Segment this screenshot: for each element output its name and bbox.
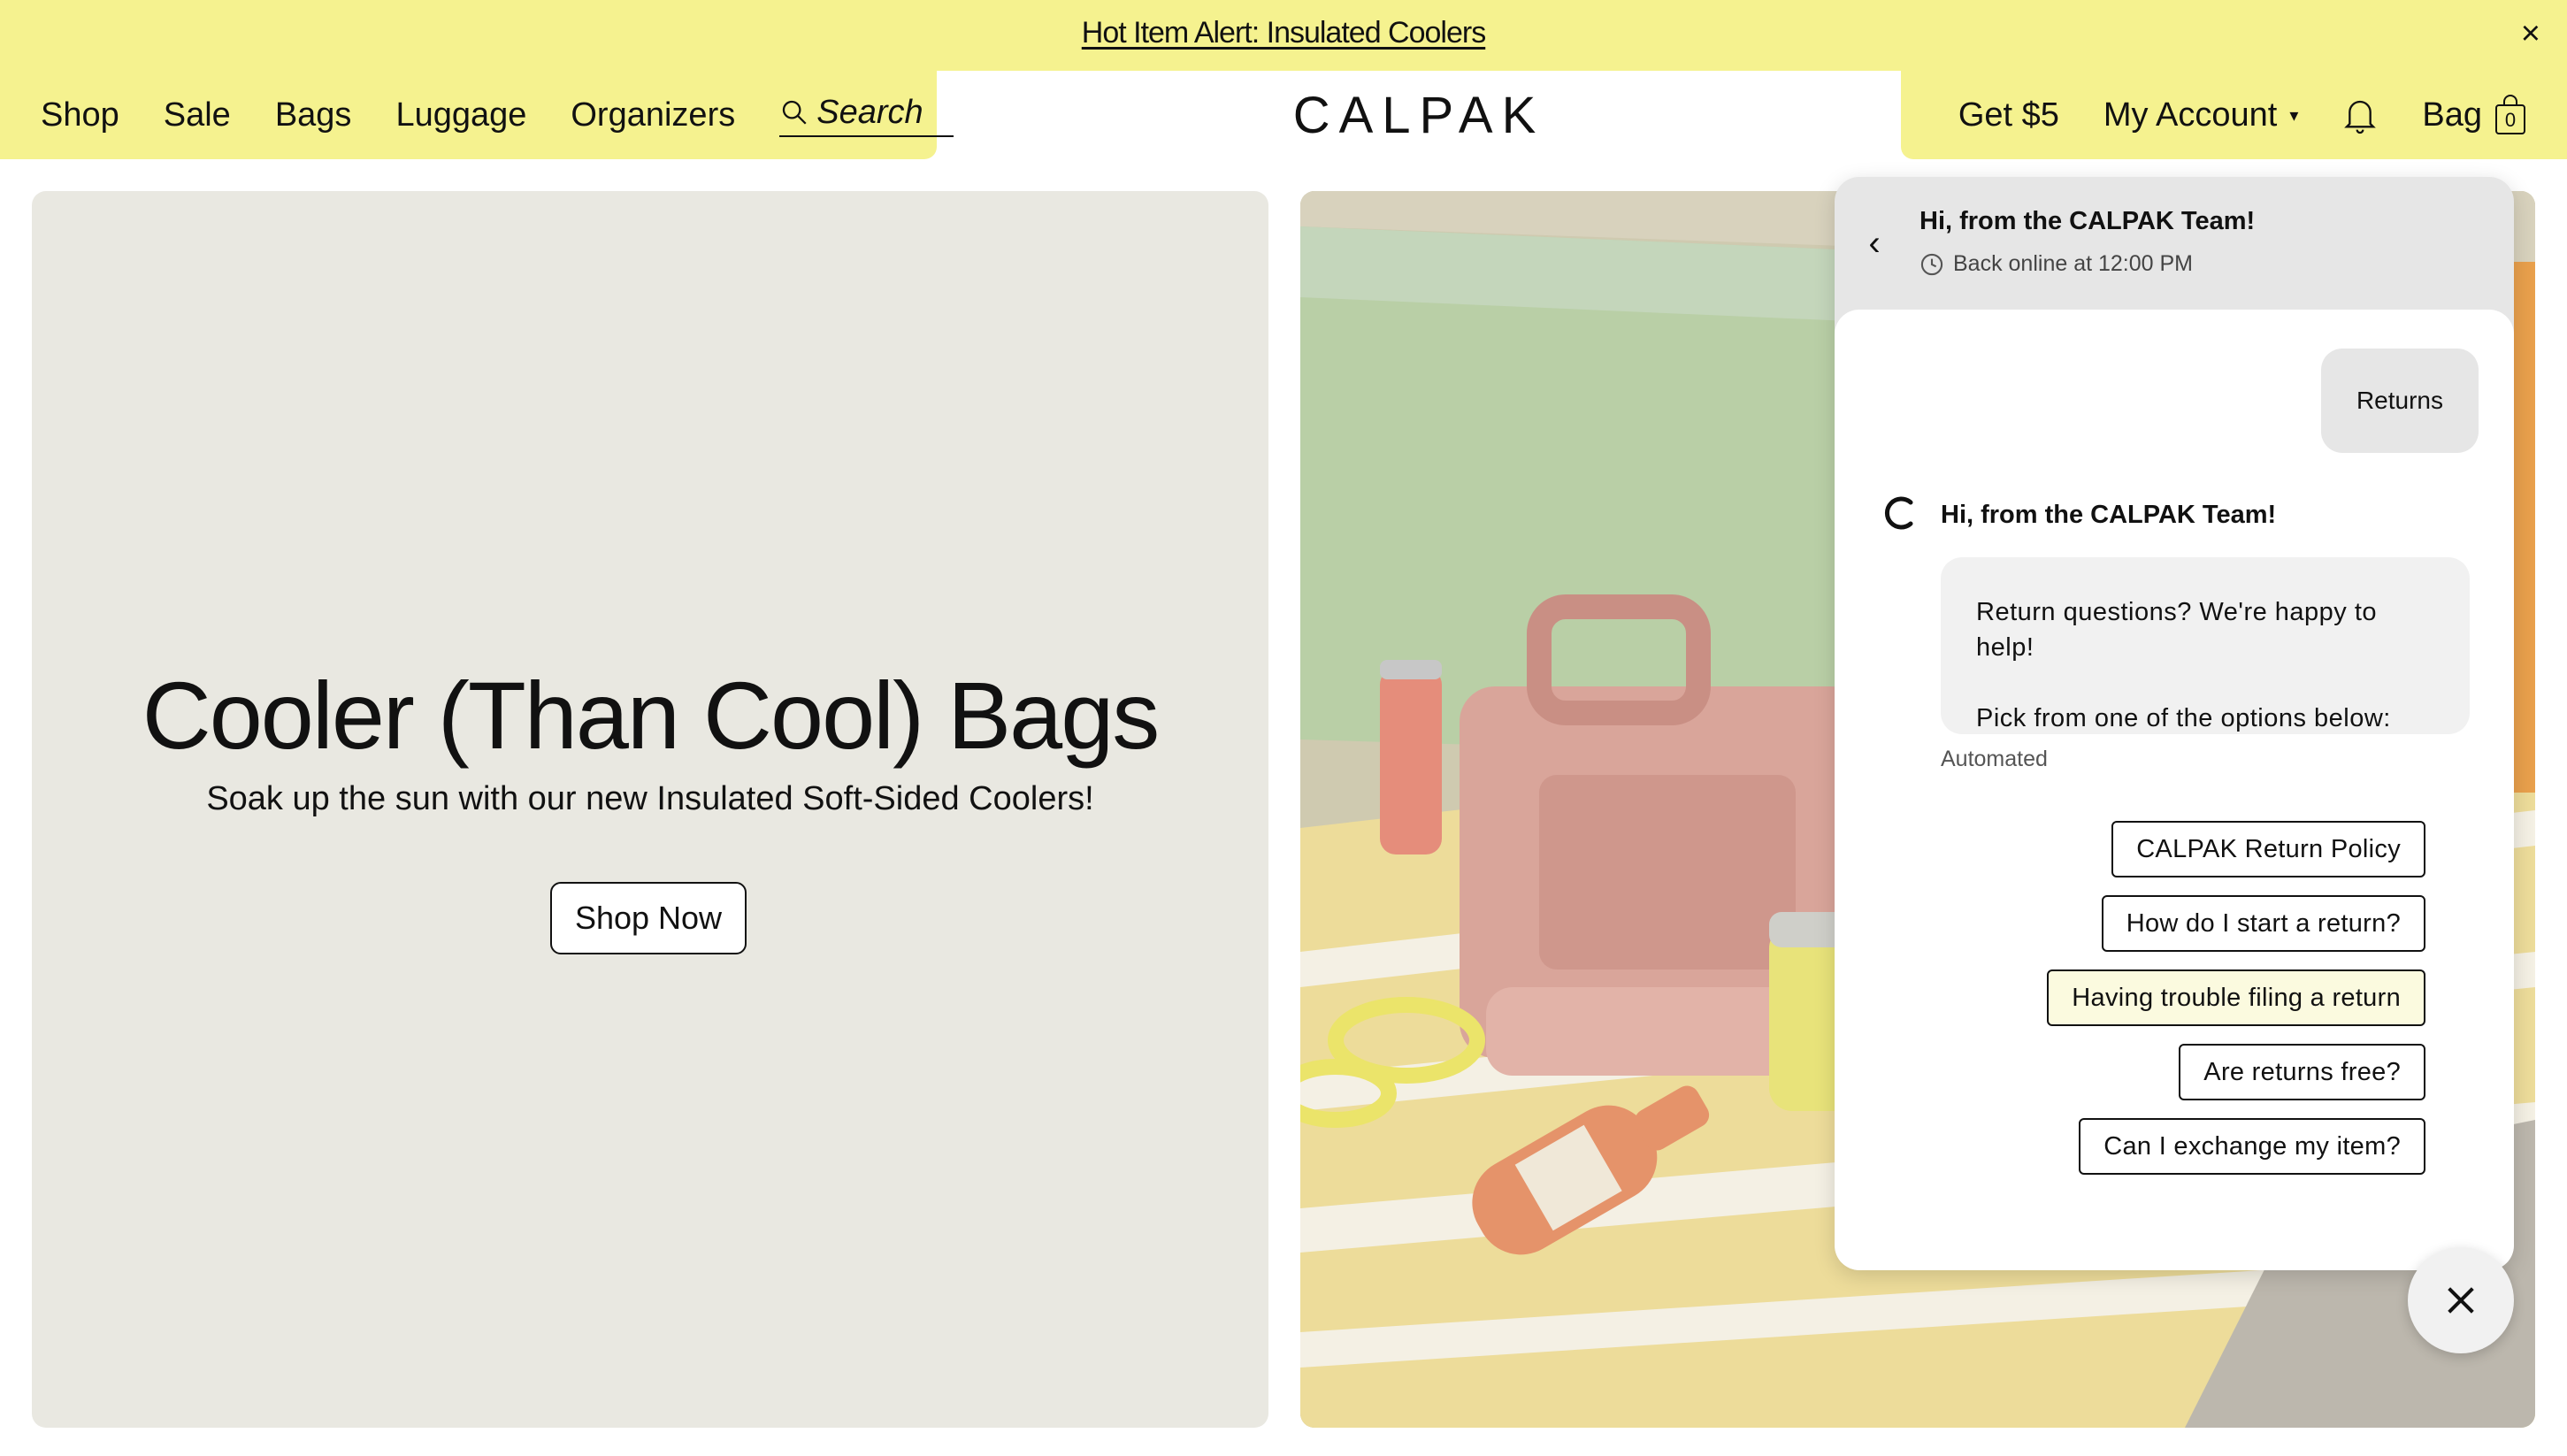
nav-shop[interactable]: Shop: [41, 96, 119, 134]
agent-message: Return questions? We're happy to help! P…: [1941, 557, 2470, 734]
option-returns-free[interactable]: Are returns free?: [2179, 1044, 2425, 1100]
nav-sale[interactable]: Sale: [164, 96, 231, 134]
clock-icon: [1920, 253, 1943, 275]
chat-messages: Returns Hi, from the CALPAK Team! Return…: [1835, 310, 2514, 1270]
close-icon: [2448, 1287, 2474, 1314]
bag-count: 0: [2504, 109, 2517, 131]
utility-nav: Get $5 My Account ▾ Bag 0: [1901, 71, 2567, 159]
chat-status: Back online at 12:00 PM: [1920, 251, 2193, 277]
announcement-link[interactable]: Hot Item Alert: Insulated Coolers: [1082, 16, 1486, 50]
search-link[interactable]: Search: [779, 93, 954, 137]
option-trouble-filing[interactable]: Having trouble filing a return: [2047, 969, 2425, 1026]
hero-subtitle: Soak up the sun with our new Insulated S…: [206, 780, 1094, 817]
chat-close-button[interactable]: [2408, 1247, 2514, 1353]
chat-header: ‹ Hi, from the CALPAK Team! Back online …: [1835, 177, 2514, 310]
bag-icon: 0: [2494, 95, 2526, 135]
agent-message-line: Return questions? We're happy to help!: [1976, 598, 2378, 662]
primary-nav: Shop Sale Bags Luggage Organizers Search: [0, 71, 954, 159]
calpak-c-icon: [1884, 496, 1913, 530]
nav-organizers[interactable]: Organizers: [571, 96, 735, 134]
agent-message-line: Pick from one of the options below:: [1976, 704, 2391, 732]
nav-bags[interactable]: Bags: [275, 96, 352, 134]
my-account-menu[interactable]: My Account ▾: [2103, 96, 2298, 134]
search-icon: [783, 100, 807, 125]
shop-now-button[interactable]: Shop Now: [550, 882, 747, 954]
option-return-policy[interactable]: CALPAK Return Policy: [2111, 821, 2425, 877]
bag-button[interactable]: Bag 0: [2422, 95, 2526, 135]
announcement-bar: Hot Item Alert: Insulated Coolers ×: [0, 0, 2567, 71]
chat-status-text: Back online at 12:00 PM: [1953, 251, 2193, 276]
bell-icon: [2344, 100, 2377, 134]
automated-label: Automated: [1941, 747, 2048, 771]
hero-title: Cooler (Than Cool) Bags: [142, 662, 1161, 769]
nav-luggage[interactable]: Luggage: [395, 96, 526, 134]
notifications-button[interactable]: [2342, 96, 2378, 134]
get-five-link[interactable]: Get $5: [1958, 96, 2059, 134]
announcement-close-icon[interactable]: ×: [2521, 16, 2540, 51]
back-icon[interactable]: ‹: [1861, 221, 1888, 265]
chat-widget: ‹ Hi, from the CALPAK Team! Back online …: [1835, 177, 2514, 1270]
my-account-label: My Account: [2103, 96, 2278, 134]
agent-name: Hi, from the CALPAK Team!: [1941, 501, 2277, 529]
option-exchange-item[interactable]: Can I exchange my item?: [2079, 1118, 2425, 1175]
hero-text-panel: Cooler (Than Cool) Bags Soak up the sun …: [32, 191, 1268, 1428]
option-start-return[interactable]: How do I start a return?: [2101, 895, 2425, 952]
calpak-logo[interactable]: CALPAK: [937, 71, 1901, 159]
search-label: Search: [816, 93, 923, 131]
quick-reply-options: CALPAK Return Policy How do I start a re…: [2047, 821, 2425, 1192]
chat-title: Hi, from the CALPAK Team!: [1920, 207, 2256, 235]
bag-label: Bag: [2422, 96, 2482, 134]
chevron-down-icon: ▾: [2289, 105, 2299, 126]
user-message: Returns: [2320, 349, 2479, 453]
